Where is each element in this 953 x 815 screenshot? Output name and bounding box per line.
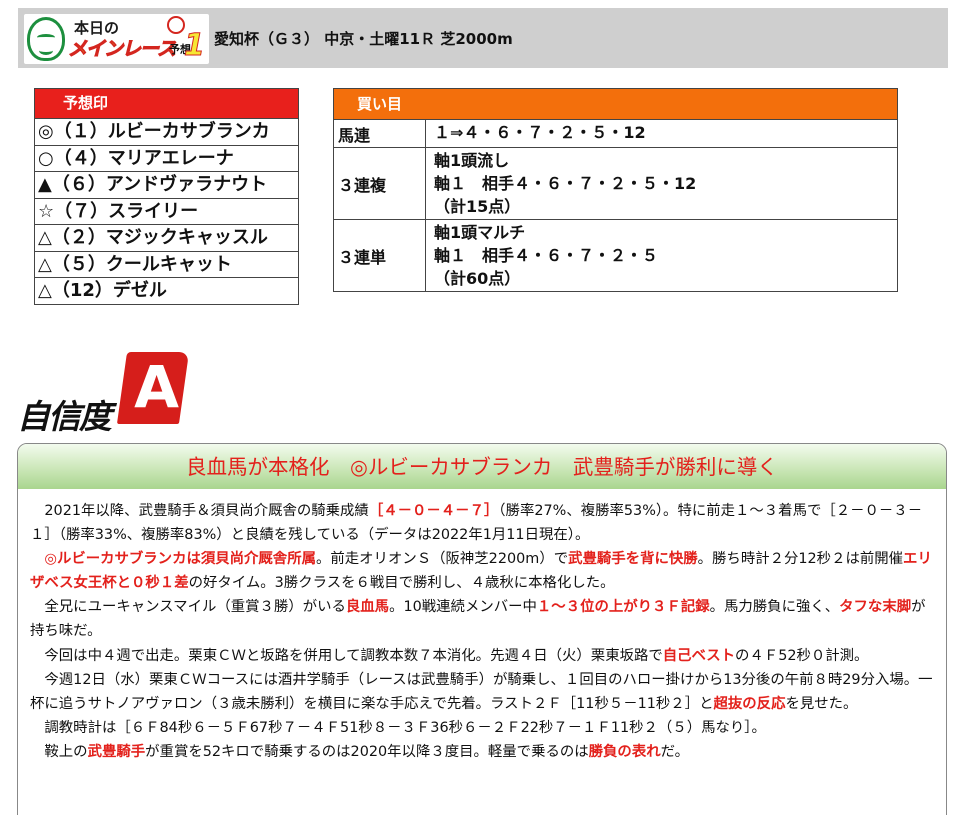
bet-type-label: 馬連 [334,120,426,147]
paragraph-text: が重賞を52キロで騎乗するのは2020年以降３度目。軽量で乗るのは [145,743,589,760]
bet-combination: 軸1頭流し 軸１ 相手４・６・７・２・５・12 （計15点） [426,148,897,219]
logo-number: 1 [184,28,206,64]
confidence-grade: A [134,353,180,421]
race-title: 愛知杯（Ｇ３） 中京・土曜11Ｒ 芝2000m [214,30,513,48]
article-paragraph: 2021年以降、武豊騎手＆須貝尚介厩舎の騎乗成績［４－０－４－７］（勝率27%、… [30,499,934,547]
bet-line: 軸１ 相手４・６・７・２・５ [434,246,659,265]
mark-row: △（５）クールキャット [35,250,298,278]
bet-line: （計15点） [434,197,521,216]
article-paragraph: 今回は中４週で出走。栗東ＣＷと坂路を併用して調教本数７本消化。先週４日（火）栗東… [30,644,934,668]
article-paragraph: 全兄にユーキャンスマイル（重賞３勝）がいる良血馬。10戦連続メンバー中１～３位の… [30,595,934,643]
highlight-text: 自己ベスト [662,647,736,664]
article-paragraph: 調教時計は［６Ｆ84秒６－５Ｆ67秒７－４Ｆ51秒８－３Ｆ36秒６－２Ｆ22秒７… [30,716,934,740]
paragraph-text: 。10戦連続メンバー中 [389,599,537,616]
mark-row: ◎（１）ルビーカサブランカ [35,118,298,145]
bet-type-label: ３連複 [334,148,426,219]
bet-row-trifecta: ３連単 軸1頭マルチ 軸１ 相手４・６・７・２・５ （計60点） [334,219,897,291]
paragraph-text: 。馬力勝負に強く、 [709,599,840,616]
analysis-article: 良血馬が本格化 ◎ルビーカサブランカ 武豊騎手が勝利に導く 2021年以降、武豊… [17,443,947,815]
article-paragraph: 鞍上の武豊騎手が重賞を52キロで騎乗するのは2020年以降３度目。軽量で乗るのは… [30,740,934,764]
prediction-marks-table: 予想印 ◎（１）ルビーカサブランカ ○（４）マリアエレーナ ▲（６）アンドヴァラ… [34,88,299,305]
highlight-text: ［４－０－４－７］ [368,503,499,519]
bet-line: 軸1頭マルチ [434,223,526,242]
bet-line: １⇒４・６・７・２・５・12 [434,123,646,142]
bet-line: 軸1頭流し [434,151,510,170]
mark-row: ○（４）マリアエレーナ [35,144,298,172]
logo-main-text: メインレース [67,38,176,61]
paragraph-text: 調教時計は［６Ｆ84秒６－５Ｆ67秒７－４Ｆ51秒８－３Ｆ36秒６－２Ｆ22秒７… [44,719,766,736]
highlight-text: １～３位の上がり３Ｆ記録 [536,599,710,616]
main-race-logo: 本日の メインレース 予想 1 [24,14,209,64]
race-header: 本日の メインレース 予想 1 愛知杯（Ｇ３） 中京・土曜11Ｒ 芝2000m [18,8,948,68]
tipster-face-icon [27,17,65,61]
bets-heading: 買い目 [334,89,897,119]
mark-row: △（２）マジックキャッスル [35,224,298,251]
paragraph-text: を見せた。 [785,695,858,712]
paragraph-text: 。勝ち時計２分12秒２は前開催 [697,551,904,568]
paragraph-text: 全兄にユーキャンスマイル（重賞３勝）がいる [44,599,346,616]
article-body: 2021年以降、武豊騎手＆須貝尚介厩舎の騎乗成績［４－０－４－７］（勝率27%、… [18,489,946,764]
paragraph-text: 。前走オリオンＳ（阪神芝2200m）で [315,551,569,568]
highlight-text: 武豊騎手 [87,743,146,760]
bet-combination: 軸1頭マルチ 軸１ 相手４・６・７・２・５ （計60点） [426,220,897,291]
paragraph-text: 鞍上の [44,743,88,760]
highlight-text: 良血馬 [345,599,390,616]
paragraph-text: の４Ｆ52秒０計測。 [735,647,869,664]
highlight-text: 武豊騎手を背に快勝 [568,551,698,568]
highlight-text: タフな末脚 [839,599,912,616]
baseball-icon [167,16,185,34]
bet-line: （計60点） [434,269,521,288]
paragraph-text: 今回は中４週で出走。栗東ＣＷと坂路を併用して調教本数７本消化。先週４日（火）栗東… [44,647,663,664]
paragraph-text: の好タイム。3勝クラスを６戦目で勝利し、４歳秋に本格化した。 [188,575,615,592]
highlight-text: ◎ルビーカサブランカは須貝尚介厩舎所属 [44,551,316,568]
mark-row: △（12）デゼル [35,277,298,304]
confidence-grade-badge: A [116,352,190,424]
mark-row: ▲（６）アンドヴァラナウト [35,171,298,198]
bet-combination: １⇒４・６・７・２・５・12 [426,120,897,147]
highlight-text: 超抜の反応 [713,695,786,712]
highlight-text: 勝負の表れ [588,743,661,760]
paragraph-text: 2021年以降、武豊騎手＆須貝尚介厩舎の騎乗成績 [44,503,369,519]
bet-line: 軸１ 相手４・６・７・２・５・12 [434,174,697,193]
bets-table: 買い目 馬連 １⇒４・６・７・２・５・12 ３連複 軸1頭流し 軸１ 相手４・６… [333,88,898,292]
marks-heading: 予想印 [35,89,298,118]
article-headline: 良血馬が本格化 ◎ルビーカサブランカ 武豊騎手が勝利に導く [18,444,946,489]
bet-row-trio: ３連複 軸1頭流し 軸１ 相手４・６・７・２・５・12 （計15点） [334,147,897,219]
bet-type-label: ３連単 [334,220,426,291]
confidence-rating: 自信度 A [14,352,190,436]
article-paragraph: 今週12日（水）栗東ＣＷコースには酒井学騎手（レースは武豊騎手）が騎乗し、１回目… [30,668,934,716]
bet-row-umaren: 馬連 １⇒４・６・７・２・５・12 [334,119,897,147]
article-paragraph: ◎ルビーカサブランカは須貝尚介厩舎所属。前走オリオンＳ（阪神芝2200m）で武豊… [30,547,934,595]
confidence-label: 自信度 [17,397,112,436]
mark-row: ☆（７）スライリー [35,197,298,225]
paragraph-text: だ。 [660,743,689,760]
